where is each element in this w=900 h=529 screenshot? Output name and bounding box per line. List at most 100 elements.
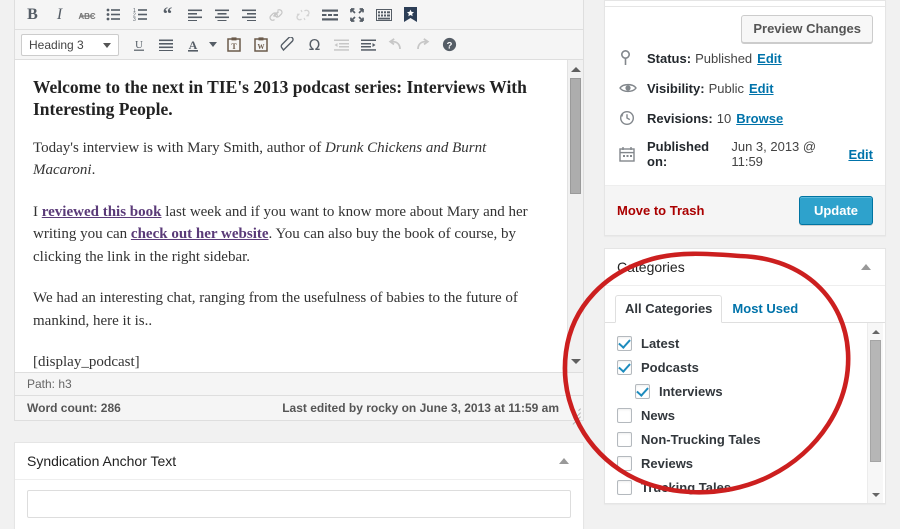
publish-box: Preview Changes Status: Published Edit V… [604,0,886,236]
category-item-reviews[interactable]: Reviews [617,451,885,475]
revisions-label: Revisions: [647,110,713,126]
checkbox-podcasts[interactable] [617,359,632,375]
paste-as-text-icon[interactable]: T [220,32,247,57]
categories-title: Categories [617,259,685,275]
word-count: Word count: 286 [27,401,121,415]
post-paragraph-4-shortcode: [display_podcast] [33,354,140,371]
featured-star-icon[interactable] [397,2,424,27]
calendar-icon [619,145,639,163]
category-item-news[interactable]: News [617,403,885,427]
scroll-up-arrow-icon[interactable] [568,62,583,76]
categories-scrollbar-thumb[interactable] [870,340,881,462]
tab-all-categories[interactable]: All Categories [615,295,723,323]
syndication-header[interactable]: Syndication Anchor Text [15,443,583,480]
browse-revisions-link[interactable]: Browse [736,111,783,126]
svg-text:W: W [257,43,264,51]
bold-icon[interactable]: B [19,2,46,27]
checkbox-latest[interactable] [617,335,632,351]
preview-row: Preview Changes [617,15,873,43]
category-item-trucking-tales[interactable]: Trucking Tales [617,475,885,499]
collapse-toggle-icon[interactable] [555,452,573,470]
editor-scrollbar[interactable] [567,60,583,372]
unlink-icon[interactable] [289,2,316,27]
categories-header[interactable]: Categories [605,249,885,286]
status-value: Published [695,50,753,66]
collapse-toggle-icon[interactable] [857,258,875,276]
chevron-down-icon [103,42,111,48]
category-label: Latest [641,335,680,351]
distraction-free-icon[interactable] [343,2,370,27]
kitchen-sink-icon[interactable] [370,2,397,27]
align-left-icon[interactable] [181,2,208,27]
editor-content-area[interactable]: Welcome to the next in TIE's 2013 podcas… [15,60,583,372]
checkbox-interviews[interactable] [635,383,650,399]
tab-most-used[interactable]: Most Used [722,295,808,323]
outdent-icon[interactable] [328,32,355,57]
editor-path-bar: Path: h3 [15,372,583,395]
category-label: Non-Trucking Tales [641,431,761,447]
move-to-trash-link[interactable]: Move to Trash [617,203,704,218]
category-item-podcasts[interactable]: Podcasts [617,355,885,379]
checkbox-news[interactable] [617,407,632,423]
syndication-anchor-text-box: Syndication Anchor Text [14,442,584,529]
category-item-interviews[interactable]: Interviews [617,379,885,403]
clock-icon [619,109,639,127]
scroll-up-arrow-icon[interactable] [868,325,883,338]
update-button[interactable]: Update [798,196,873,225]
category-label: Interviews [659,383,723,399]
bulleted-list-icon[interactable] [100,2,127,27]
checkbox-trucking-tales[interactable] [617,479,632,495]
category-label: Reviews [641,455,694,471]
text-color-dropdown-icon[interactable] [206,32,220,57]
align-right-icon[interactable] [235,2,262,27]
editor-column: B I ABC 1 2 3 “ Heading 3 U A T W Ω ? We… [14,0,584,529]
category-item-latest[interactable]: Latest [617,331,885,355]
align-center-icon[interactable] [208,2,235,27]
categories-scrollbar[interactable] [867,323,883,503]
blockquote-icon[interactable]: “ [154,2,181,27]
edit-status-link[interactable]: Edit [757,51,782,66]
insert-more-tag-icon[interactable] [316,2,343,27]
category-item-audio-book[interactable]: Audio Book [617,499,885,503]
scroll-down-arrow-icon[interactable] [568,354,583,368]
numbered-list-icon[interactable]: 1 2 3 [127,2,154,27]
post-content[interactable]: Welcome to the next in TIE's 2013 podcas… [15,60,583,372]
remove-formatting-icon[interactable] [274,32,301,57]
published-on-label: Published on: [647,139,710,169]
syndication-body [15,480,583,529]
underline-icon[interactable]: U [125,32,152,57]
justify-icon[interactable] [152,32,179,57]
paste-from-word-icon[interactable]: W [247,32,274,57]
category-item-non-trucking-tales[interactable]: Non-Trucking Tales [617,427,885,451]
editor-resize-handle[interactable] [569,406,581,425]
scroll-down-arrow-icon[interactable] [868,488,883,501]
categories-box: Categories All Categories Most Used Late… [604,248,886,504]
italic-icon[interactable]: I [46,2,73,27]
edit-published-date-link[interactable]: Edit [848,147,873,162]
text-color-icon[interactable]: A [179,32,206,57]
editor-scrollbar-thumb[interactable] [570,78,581,194]
insert-link-icon[interactable] [262,2,289,27]
published-on-value: Jun 3, 2013 @ 11:59 [731,139,817,169]
svg-text:?: ? [447,40,453,51]
check-out-her-website-link[interactable]: check out her website [131,226,269,242]
special-character-icon[interactable]: Ω [301,32,328,57]
post-paragraph-3: We had an interesting chat, ranging from… [33,290,518,329]
syndication-anchor-text-input[interactable] [27,490,571,518]
undo-icon[interactable] [382,32,409,57]
editor-toolbar-row-1: B I ABC 1 2 3 “ [15,0,583,30]
svg-text:3: 3 [133,17,136,21]
publish-major-actions: Move to Trash Update [605,185,885,235]
format-select[interactable]: Heading 3 [21,33,119,56]
preview-changes-button[interactable]: Preview Changes [741,15,873,43]
reviewed-this-book-link[interactable]: reviewed this book [42,204,162,220]
checkbox-reviews[interactable] [617,455,632,471]
help-icon[interactable]: ? [436,32,463,57]
checkbox-non-trucking-tales[interactable] [617,431,632,447]
pin-icon [619,49,639,67]
strikethrough-icon[interactable]: ABC [73,2,100,27]
publish-row-status: Status: Published Edit [617,43,873,73]
indent-icon[interactable] [355,32,382,57]
edit-visibility-link[interactable]: Edit [749,81,774,96]
redo-icon[interactable] [409,32,436,57]
